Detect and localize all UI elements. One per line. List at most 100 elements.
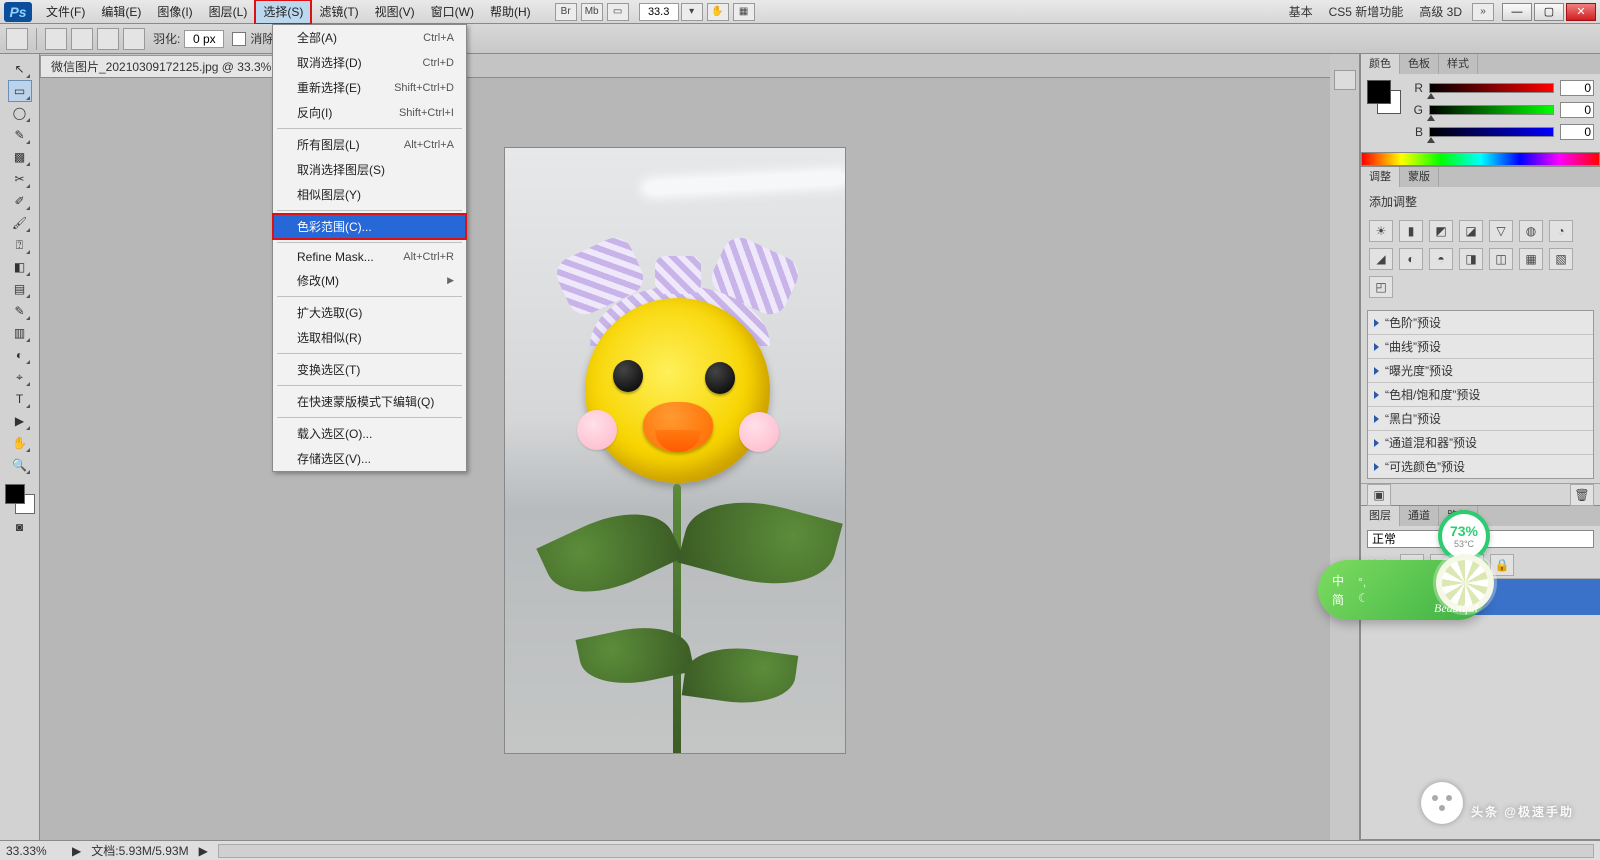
bridge-icon[interactable]: Br: [555, 3, 577, 21]
workspace-more-icon[interactable]: »: [1472, 3, 1494, 21]
menu-dropdown-item-17[interactable]: 变换选区(T): [273, 357, 466, 382]
screenmode-icon[interactable]: ▭: [607, 3, 629, 21]
menu-dropdown-item-14[interactable]: 扩大选取(G): [273, 300, 466, 325]
adj-icon-0[interactable]: ☀: [1369, 220, 1393, 242]
color-swatch[interactable]: [5, 484, 35, 514]
arrange-icon[interactable]: ▦: [733, 3, 755, 21]
antialias-checkbox[interactable]: [232, 32, 246, 46]
menu-dropdown-item-7[interactable]: 相似图层(Y): [273, 182, 466, 207]
tool-1[interactable]: ▭: [8, 80, 32, 102]
adj-foot-right-icon[interactable]: 🗑: [1570, 484, 1594, 506]
tool-3[interactable]: ✎: [8, 124, 32, 146]
adj-icon-11[interactable]: ◫: [1489, 248, 1513, 270]
tool-17[interactable]: ✋: [8, 432, 32, 454]
tool-7[interactable]: 🖌: [8, 212, 32, 234]
tool-13[interactable]: ◐: [8, 344, 32, 366]
slider-b[interactable]: [1429, 127, 1554, 137]
menu-item-4[interactable]: 选择(S): [255, 0, 311, 24]
ime-bubble[interactable]: 中 简 °, ☾ Beautiful: [1318, 560, 1488, 620]
menu-dropdown-item-12[interactable]: 修改(M): [273, 268, 466, 293]
menu-item-0[interactable]: 文件(F): [38, 0, 93, 24]
adj-icon-7[interactable]: ◢: [1369, 248, 1393, 270]
collapsed-panel-icon[interactable]: [1334, 70, 1356, 90]
adj-tab-0[interactable]: 调整: [1361, 167, 1400, 187]
sel-add-icon[interactable]: [71, 28, 93, 50]
window-minimize-button[interactable]: —: [1502, 3, 1532, 21]
tool-5[interactable]: ✂: [8, 168, 32, 190]
menu-dropdown-item-2[interactable]: 重新选择(E)Shift+Ctrl+D: [273, 75, 466, 100]
adj-tab-1[interactable]: 蒙版: [1400, 167, 1439, 187]
tool-16[interactable]: ▶: [8, 410, 32, 432]
menu-item-7[interactable]: 窗口(W): [423, 0, 482, 24]
hue-strip[interactable]: [1361, 152, 1600, 166]
menu-dropdown-item-9[interactable]: 色彩范围(C)...: [273, 214, 466, 239]
zoom-dropdown-icon[interactable]: ▾: [681, 3, 703, 21]
preset-row-4[interactable]: “黑白”预设: [1368, 407, 1593, 431]
workspace-tab-2[interactable]: 高级 3D: [1411, 1, 1470, 23]
minibridge-icon[interactable]: Mb: [581, 3, 603, 21]
layer-tab-0[interactable]: 图层: [1361, 506, 1400, 526]
slider-r[interactable]: [1429, 83, 1554, 93]
adj-icon-2[interactable]: ◩: [1429, 220, 1453, 242]
menu-dropdown-item-0[interactable]: 全部(A)Ctrl+A: [273, 25, 466, 50]
menu-item-3[interactable]: 图层(L): [201, 0, 256, 24]
menu-item-6[interactable]: 视图(V): [367, 0, 423, 24]
quickmask-icon[interactable]: ◙: [8, 516, 32, 538]
menu-item-1[interactable]: 编辑(E): [93, 0, 149, 24]
sel-new-icon[interactable]: [45, 28, 67, 50]
workspace-tab-0[interactable]: 基本: [1281, 1, 1321, 23]
color-tab-0[interactable]: 颜色: [1361, 54, 1400, 74]
slider-g[interactable]: [1429, 105, 1554, 115]
adj-icon-13[interactable]: ▧: [1549, 248, 1573, 270]
preset-row-3[interactable]: “色相/饱和度”预设: [1368, 383, 1593, 407]
menu-dropdown-item-22[interactable]: 存储选区(V)...: [273, 446, 466, 471]
adj-icon-10[interactable]: ◨: [1459, 248, 1483, 270]
tool-9[interactable]: ◧: [8, 256, 32, 278]
rgb-input-g[interactable]: [1560, 102, 1594, 118]
horizontal-scrollbar[interactable]: [218, 844, 1594, 858]
rgb-input-b[interactable]: [1560, 124, 1594, 140]
adj-icon-4[interactable]: ▽: [1489, 220, 1513, 242]
color-tab-2[interactable]: 样式: [1439, 54, 1478, 74]
tool-12[interactable]: ▥: [8, 322, 32, 344]
workspace-tab-1[interactable]: CS5 新增功能: [1321, 1, 1412, 23]
foreground-color[interactable]: [5, 484, 25, 504]
menu-dropdown-item-19[interactable]: 在快速蒙版模式下编辑(Q): [273, 389, 466, 414]
menu-item-8[interactable]: 帮助(H): [482, 0, 539, 24]
tool-18[interactable]: 🔍: [8, 454, 32, 476]
tool-4[interactable]: ▩: [8, 146, 32, 168]
zoom-input[interactable]: [639, 3, 679, 21]
tool-10[interactable]: ▤: [8, 278, 32, 300]
panel-color-swatch[interactable]: [1367, 80, 1401, 114]
document-tab[interactable]: 微信图片_20210309172125.jpg @ 33.3% ×: [40, 55, 300, 77]
canvas[interactable]: [505, 148, 845, 753]
color-tab-1[interactable]: 色板: [1400, 54, 1439, 74]
preset-row-6[interactable]: “可选颜色”预设: [1368, 455, 1593, 478]
tool-8[interactable]: ⍰: [8, 234, 32, 256]
window-maximize-button[interactable]: ▢: [1534, 3, 1564, 21]
menu-item-5[interactable]: 滤镜(T): [311, 0, 366, 24]
menu-dropdown-item-21[interactable]: 载入选区(O)...: [273, 421, 466, 446]
menu-dropdown-item-15[interactable]: 选取相似(R): [273, 325, 466, 350]
menu-dropdown-item-3[interactable]: 反向(I)Shift+Ctrl+I: [273, 100, 466, 125]
tool-0[interactable]: ↖: [8, 58, 32, 80]
menu-item-2[interactable]: 图像(I): [149, 0, 200, 24]
adj-icon-6[interactable]: ◔: [1549, 220, 1573, 242]
adj-icon-9[interactable]: ◓: [1429, 248, 1453, 270]
menu-dropdown-item-6[interactable]: 取消选择图层(S): [273, 157, 466, 182]
window-close-button[interactable]: ✕: [1566, 3, 1596, 21]
adj-icon-5[interactable]: ◍: [1519, 220, 1543, 242]
sel-int-icon[interactable]: [123, 28, 145, 50]
adj-icon-3[interactable]: ◪: [1459, 220, 1483, 242]
preset-row-2[interactable]: “曝光度”预设: [1368, 359, 1593, 383]
tool-15[interactable]: T: [8, 388, 32, 410]
adj-foot-left-icon[interactable]: ▣: [1367, 484, 1391, 506]
adj-icon-8[interactable]: ◐: [1399, 248, 1423, 270]
lock-all-icon[interactable]: 🔒: [1490, 554, 1514, 576]
adj-icon-14[interactable]: ◰: [1369, 276, 1393, 298]
menu-dropdown-item-11[interactable]: Refine Mask...Alt+Ctrl+R: [273, 246, 466, 268]
status-zoom[interactable]: 33.33%: [6, 844, 62, 858]
tool-2[interactable]: ◯: [8, 102, 32, 124]
hand-icon[interactable]: ✋: [707, 3, 729, 21]
preset-row-5[interactable]: “通道混和器”预设: [1368, 431, 1593, 455]
